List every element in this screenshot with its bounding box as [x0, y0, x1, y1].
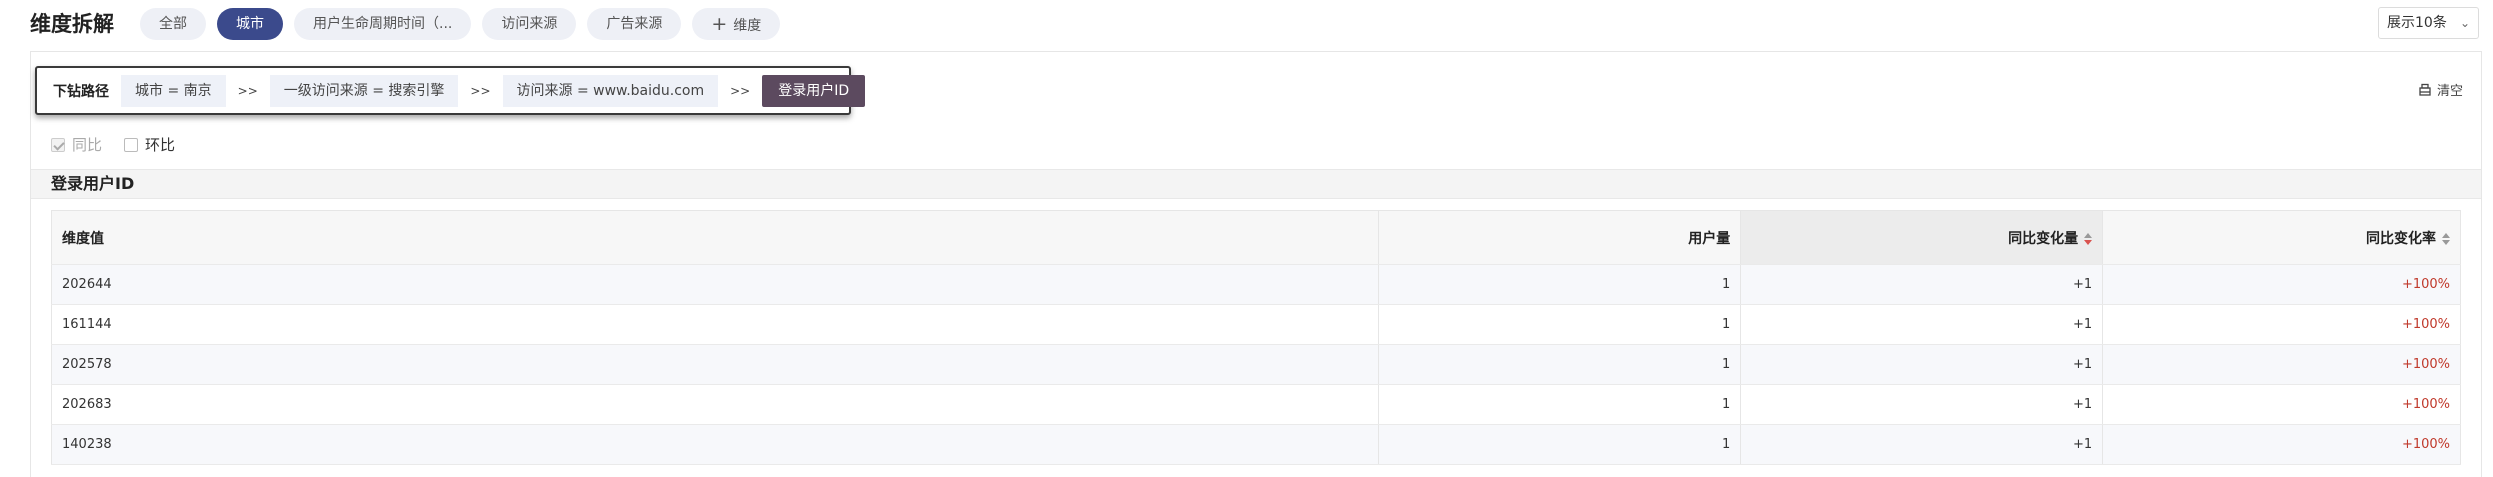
crumb-city[interactable]: 城市 = 南京	[121, 74, 226, 107]
clear-button[interactable]: 清空	[2418, 80, 2463, 99]
add-dimension-label: 维度	[733, 18, 762, 34]
compare-options: 同比 环比	[51, 134, 175, 155]
sort-icon[interactable]	[2084, 232, 2093, 245]
cell-yoy-rate: +100%	[2102, 384, 2461, 425]
tab-ad-source[interactable]: 广告来源	[587, 8, 682, 40]
crumb-visit-source[interactable]: 访问来源 = www.baidu.com	[502, 74, 719, 107]
table-row: 161144 1 +1 +100%	[50, 304, 2461, 345]
cell-user-count: 1	[1378, 304, 1741, 345]
cell-yoy-change: +1	[1740, 424, 2103, 465]
col-user-count: 用户量	[1378, 210, 1741, 265]
cell-yoy-rate: +100%	[2102, 424, 2461, 465]
section-title: 登录用户ID	[51, 174, 135, 193]
col-dimension-value: 维度值	[50, 210, 1379, 265]
drill-path: 下钻路径 城市 = 南京 >> 一级访问来源 = 搜索引擎 >> 访问来源 = …	[35, 66, 866, 115]
cell-yoy-change: +1	[1740, 344, 2103, 385]
tab-visit-source[interactable]: 访问来源	[482, 8, 577, 40]
checkbox-icon	[124, 137, 139, 152]
table-row: 202683 1 +1 +100%	[50, 384, 2461, 425]
add-dimension-button[interactable]: + 维度	[692, 8, 781, 40]
sort-icon[interactable]	[2442, 232, 2450, 245]
mom-label: 环比	[145, 136, 176, 154]
cell-yoy-change: +1	[1740, 384, 2103, 425]
chevron-down-icon: ⌄	[2459, 16, 2470, 30]
crumb-separator: >>	[730, 83, 751, 98]
col-yoy-rate[interactable]: 同比变化率	[2102, 210, 2461, 265]
cell-yoy-rate: +100%	[2102, 304, 2461, 345]
table-row: 202578 1 +1 +100%	[50, 344, 2461, 385]
tab-city[interactable]: 城市	[217, 8, 283, 40]
col-yoy-rate-label: 同比变化率	[2366, 230, 2436, 247]
page-size-select[interactable]: 展示10条 ⌄	[2378, 7, 2479, 39]
checkbox-checked-icon	[51, 137, 65, 152]
page-title: 维度拆解	[30, 12, 114, 36]
cell-yoy-rate: +100%	[2102, 264, 2461, 305]
cell-dimension-value: 140238	[50, 424, 1379, 465]
cell-dimension-value: 202683	[50, 384, 1379, 425]
crumb-current[interactable]: 登录用户ID	[762, 74, 866, 107]
table-row: 202644 1 +1 +100%	[50, 264, 2461, 305]
page-size-value: 展示10条	[2387, 15, 2447, 31]
section-header: 登录用户ID	[31, 169, 2481, 199]
yoy-checkbox[interactable]: 同比	[51, 134, 102, 155]
plus-icon: +	[711, 13, 728, 35]
drill-path-label: 下钻路径	[53, 83, 109, 100]
cell-user-count: 1	[1378, 384, 1741, 425]
crumb-separator: >>	[237, 83, 258, 98]
cell-yoy-change: +1	[1740, 304, 2103, 345]
top-bar: 维度拆解 全部 城市 用户生命周期时间（... 访问来源 广告来源 + 维度 展示…	[0, 0, 2493, 50]
col-yoy-change[interactable]: 同比变化量	[1740, 210, 2103, 265]
cell-user-count: 1	[1378, 264, 1741, 305]
cell-yoy-change: +1	[1740, 264, 2103, 305]
cell-dimension-value: 161144	[50, 304, 1379, 345]
drilldown-panel: 下钻路径 城市 = 南京 >> 一级访问来源 = 搜索引擎 >> 访问来源 = …	[30, 51, 2482, 477]
cell-user-count: 1	[1378, 424, 1741, 465]
tab-all[interactable]: 全部	[140, 8, 206, 40]
tab-user-lifecycle[interactable]: 用户生命周期时间（...	[294, 8, 472, 40]
cell-dimension-value: 202644	[50, 264, 1379, 305]
mom-checkbox[interactable]: 环比	[124, 134, 175, 155]
table-row: 140238 1 +1 +100%	[50, 424, 2461, 465]
crumb-primary-source[interactable]: 一级访问来源 = 搜索引擎	[269, 74, 459, 107]
dimension-tabs: 全部 城市 用户生命周期时间（... 访问来源 广告来源 + 维度	[140, 8, 781, 40]
col-yoy-change-label: 同比变化量	[2008, 230, 2079, 247]
table-header-row: 维度值 用户量 同比变化量 同比变化率	[50, 210, 2461, 265]
yoy-label: 同比	[72, 136, 103, 154]
cell-user-count: 1	[1378, 344, 1741, 385]
cell-dimension-value: 202578	[50, 344, 1379, 385]
clear-label: 清空	[2436, 84, 2463, 99]
eraser-icon	[2419, 83, 2431, 96]
crumb-separator: >>	[470, 83, 491, 98]
cell-yoy-rate: +100%	[2102, 344, 2461, 385]
data-table: 维度值 用户量 同比变化量 同比变化率 202644 1 +1 +100% 16…	[50, 210, 2461, 465]
